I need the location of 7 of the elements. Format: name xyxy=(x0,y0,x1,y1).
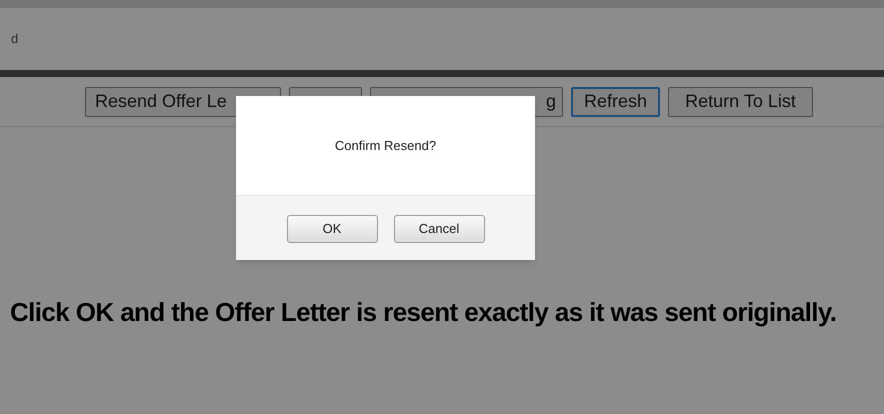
header-text: d xyxy=(11,30,18,48)
toolbar-button[interactable]: Return To List xyxy=(668,86,813,116)
dialog-button[interactable]: OK xyxy=(286,215,378,243)
toolbar-button[interactable]: Refresh xyxy=(571,86,660,116)
dialog-message: Confirm Resend? xyxy=(334,136,436,155)
caption-text: Click OK and the Offer Letter is resent exactly as it was sent originally. xyxy=(10,297,838,327)
dialog-button[interactable]: Cancel xyxy=(394,215,484,243)
